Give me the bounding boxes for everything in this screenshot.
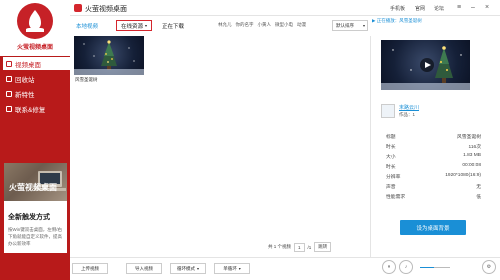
sidebar-item-contact-repair[interactable]: 联系&修复 <box>0 102 70 115</box>
sidebar-item-label: 联系&修复 <box>15 106 46 114</box>
chevron-down-icon: ▾ <box>238 266 241 271</box>
video-preview[interactable] <box>381 40 470 90</box>
promo-description: 按Win键双击桌面，左侧/右下角就能自定义软件，提高办公新效率 <box>8 227 62 246</box>
tab-online-label: 在线资源 <box>120 23 143 30</box>
category-link[interactable]: 微型小电 <box>275 22 293 28</box>
info-row: 时长 00:00:08 <box>386 163 481 170</box>
total-count: 共 1 个视频 <box>268 244 292 249</box>
category-link[interactable]: 动漫 <box>297 22 306 28</box>
promo-image-title: 火萤视频桌面 <box>9 183 57 192</box>
title-bar: 火萤视频桌面 手机板 官网 论坛 ≡ – × <box>70 0 500 16</box>
category-link[interactable]: 你的名字 <box>236 22 254 28</box>
video-grid: 风雪圣诞树 共 1 个视频 1 /1 跳转 <box>70 36 370 261</box>
promo-card[interactable]: 火萤视频桌面 全新触发方式 按Win键双击桌面，左侧/右下角就能自定义软件，提高… <box>4 163 67 253</box>
logo-text: 火萤视频桌面 <box>16 45 53 51</box>
promo-heading: 全新触发方式 <box>8 214 50 221</box>
author-info: 末路云川 作品：1 <box>381 104 493 122</box>
video-icon <box>6 60 12 67</box>
category-link[interactable]: 林允儿 <box>218 22 232 28</box>
jump-button[interactable]: 跳转 <box>314 242 332 252</box>
wrench-icon <box>6 105 12 112</box>
pagination: 共 1 个视频 1 /1 跳转 <box>268 242 332 252</box>
chevron-down-icon: ▾ <box>362 23 365 28</box>
tab-row: 本地视频 在线资源 ▾ 正在下载 林允儿 你的名字 小黄人 微型小电 动漫 默认… <box>70 16 370 36</box>
sidebar: 火萤视频桌面 视频桌面 回收站 新特性 联系&修复 火萤视频桌面 全新触发方式 … <box>0 0 70 280</box>
info-row: 时长 116次 <box>386 145 481 150</box>
forum-link[interactable]: 论坛 <box>434 5 444 12</box>
set-desktop-background-button[interactable]: 设为桌面背景 <box>400 220 466 235</box>
video-info: 标题 风雪圣诞树 时长 116次 大小 1.83 MB 时长 00:00:08 分辨率 1… <box>386 133 481 203</box>
close-icon[interactable]: × <box>482 3 492 13</box>
chevron-down-icon: ▾ <box>196 266 199 271</box>
loop-select[interactable]: 单循环 ▾ <box>214 263 250 274</box>
info-row: 分辨率 1920*1080(16:9) <box>386 173 481 180</box>
app-logo <box>17 3 53 39</box>
category-link[interactable]: 小黄人 <box>258 22 272 28</box>
star-icon <box>6 90 12 97</box>
author-name[interactable]: 末路云川 <box>399 104 419 111</box>
tab-online-resources[interactable]: 在线资源 ▾ <box>116 20 152 31</box>
upload-video-button[interactable]: 上传视频 <box>72 263 108 274</box>
info-row: 标题 风雪圣诞树 <box>386 135 481 140</box>
now-playing-status: ▶ 正在播放：风雪圣诞树 <box>372 18 422 23</box>
sidebar-item-recycle-bin[interactable]: 回收站 <box>0 72 70 85</box>
tab-local-videos[interactable]: 本地视频 <box>76 22 98 30</box>
official-site-link[interactable]: 官网 <box>415 5 425 12</box>
video-thumbnail[interactable] <box>74 36 144 75</box>
video-title: 风雪圣诞树 <box>75 77 98 82</box>
logo-area: 火萤视频桌面 <box>0 0 70 56</box>
sort-value: 默认排序 <box>336 22 354 28</box>
trash-icon <box>6 75 12 82</box>
page-input[interactable]: 1 <box>294 242 305 252</box>
author-works: 作品：1 <box>399 112 416 117</box>
mobile-version-link[interactable]: 手机板 <box>390 5 405 12</box>
import-video-button[interactable]: 导入视频 <box>126 263 162 274</box>
sidebar-item-label: 视频桌面 <box>15 61 41 69</box>
info-row: 性能需求低 <box>386 195 481 200</box>
volume-icon[interactable]: ♪ <box>399 260 413 274</box>
sidebar-item-label: 新特性 <box>15 91 35 99</box>
sidebar-item-label: 回收站 <box>15 76 35 84</box>
app-icon <box>74 4 82 12</box>
sidebar-item-video-desktop[interactable]: 视频桌面 <box>3 57 70 70</box>
pause-icon[interactable]: ⏸ <box>382 260 396 274</box>
sidebar-item-new-features[interactable]: 新特性 <box>0 87 70 100</box>
menu-icon[interactable]: ≡ <box>454 3 464 13</box>
player-controls: ⏸ ♪ ⚙ <box>382 258 500 280</box>
volume-slider[interactable] <box>420 267 450 268</box>
info-row: 大小 1.83 MB <box>386 153 481 160</box>
sidebar-nav: 视频桌面 回收站 新特性 联系&修复 <box>0 57 70 117</box>
minimize-icon[interactable]: – <box>468 3 478 13</box>
author-avatar[interactable] <box>381 104 395 118</box>
tab-downloading[interactable]: 正在下载 <box>162 22 184 30</box>
total-pages: /1 <box>307 244 312 250</box>
category-links: 林允儿 你的名字 小黄人 微型小电 动漫 <box>218 22 306 28</box>
settings-icon[interactable]: ⚙ <box>482 260 496 274</box>
sort-select[interactable]: 默认排序 ▾ <box>332 20 368 31</box>
chevron-down-icon: ▾ <box>145 23 148 28</box>
volume-fill <box>420 267 434 268</box>
window-title: 火萤视频桌面 <box>85 6 127 13</box>
play-mode-select[interactable]: 循环模式 ▾ <box>170 263 206 274</box>
promo-image: 火萤视频桌面 <box>4 163 67 201</box>
info-row: 声音无 <box>386 185 481 190</box>
play-icon[interactable] <box>420 58 434 72</box>
